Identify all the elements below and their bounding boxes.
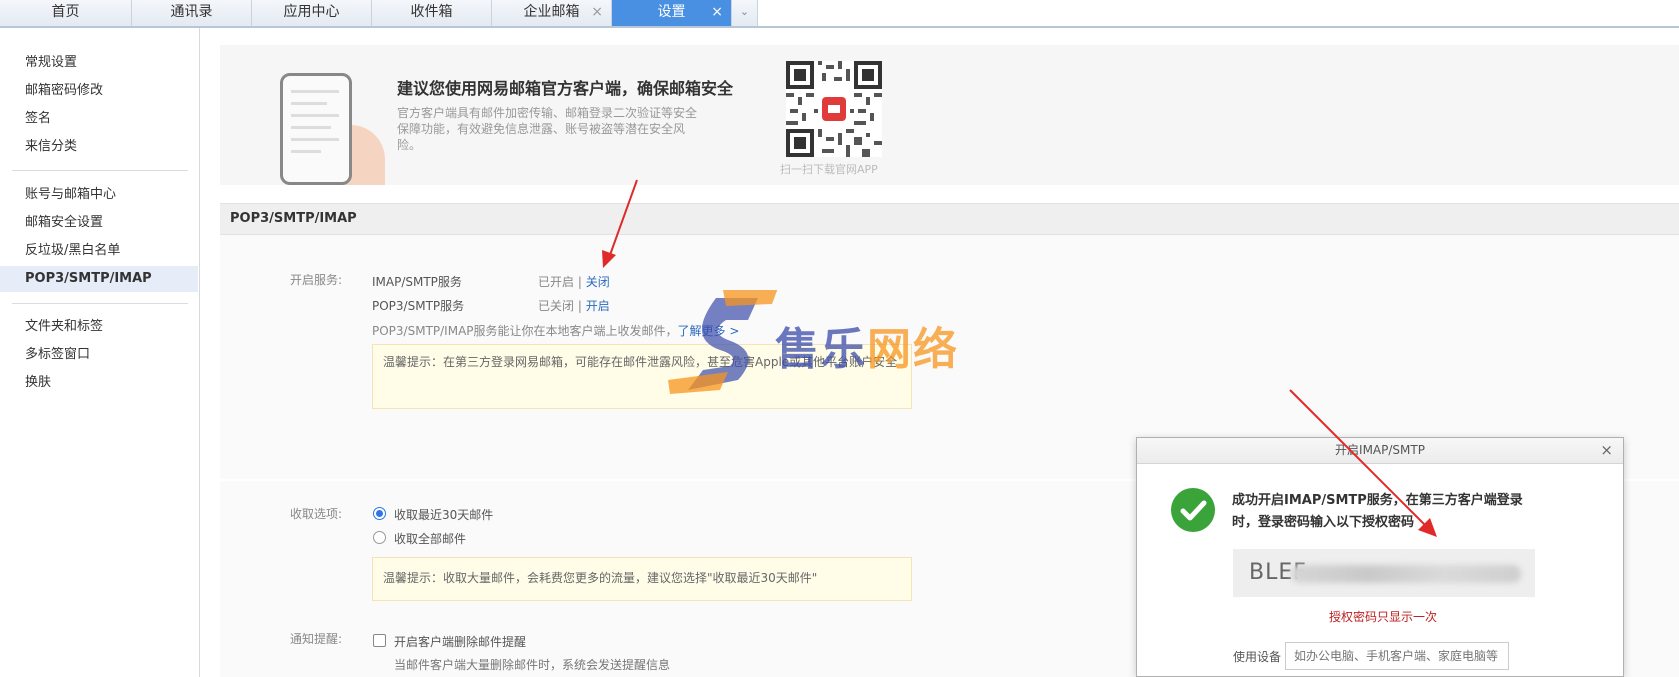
- tab-label: 企业邮箱: [523, 4, 580, 20]
- tab-enterprise-mail[interactable]: 企业邮箱 ×: [492, 0, 612, 26]
- sidebar-item-mail-sorting[interactable]: 来信分类: [0, 134, 198, 160]
- notify-description: 当邮件客户端大量删除邮件时，系统会发送提醒信息: [394, 658, 671, 672]
- service-label: 开启服务:: [290, 273, 343, 287]
- promo-title: 建议您使用网易邮箱官方客户端，确保邮箱安全: [397, 79, 734, 98]
- watermark-text-b: 网络: [867, 324, 959, 375]
- section-title: POP3/SMTP/IMAP: [220, 203, 1679, 235]
- sidebar-item-security[interactable]: 邮箱安全设置: [0, 210, 198, 236]
- sidebar-item-password[interactable]: 邮箱密码修改: [0, 78, 198, 104]
- auth-code-warning: 授权密码只显示一次: [1329, 610, 1438, 624]
- close-icon[interactable]: ×: [711, 0, 723, 24]
- separator: |: [577, 299, 582, 313]
- receive-all-label: 收取全部邮件: [394, 532, 467, 546]
- dialog-header: 开启IMAP/SMTP ×: [1137, 438, 1623, 464]
- pop3-service-status: 已关闭 | 开启: [538, 297, 610, 314]
- notify-checkbox[interactable]: [373, 634, 386, 647]
- sidebar-item-signature[interactable]: 签名: [0, 106, 198, 132]
- close-icon[interactable]: ×: [591, 0, 603, 24]
- watermark-text: 售乐网络: [775, 313, 959, 377]
- sidebar-item-pop3-smtp-imap[interactable]: POP3/SMTP/IMAP: [0, 266, 198, 292]
- auth-code-blur: [1291, 565, 1521, 583]
- tab-inbox[interactable]: 收件箱: [372, 0, 492, 26]
- device-label: 使用设备: [1233, 650, 1282, 664]
- client-promo-banner: 建议您使用网易邮箱官方客户端，确保邮箱安全 官方客户端具有邮件加密传输、邮箱登录…: [220, 45, 1679, 185]
- tab-settings[interactable]: 设置 ×: [612, 0, 732, 26]
- promo-description: 官方客户端具有邮件加密传输、邮箱登录二次验证等安全保障功能，有效避免信息泄露、账…: [397, 106, 698, 152]
- close-icon[interactable]: ×: [1600, 438, 1613, 463]
- receive-30days-radio[interactable]: [373, 507, 386, 520]
- pop3-status-text: 已关闭: [538, 299, 575, 313]
- notify-option-label: 开启客户端删除邮件提醒: [394, 635, 527, 649]
- imap-service-name: IMAP/SMTP服务: [372, 275, 462, 289]
- sidebar-item-folders-labels[interactable]: 文件夹和标签: [0, 314, 198, 340]
- qr-code-icon: [786, 61, 882, 157]
- pop3-service-name: POP3/SMTP服务: [372, 299, 465, 313]
- tab-app-center[interactable]: 应用中心: [252, 0, 372, 26]
- tab-bar: 首页 通讯录 应用中心 收件箱 企业邮箱 × 设置 × ⌄: [0, 0, 1679, 28]
- sidebar-item-account-center[interactable]: 账号与邮箱中心: [0, 182, 198, 208]
- imap-close-link[interactable]: 关闭: [586, 275, 610, 289]
- service-desc-text: POP3/SMTP/IMAP服务能让你在本地客户端上收发邮件，: [372, 324, 678, 338]
- tab-home[interactable]: 首页: [0, 0, 132, 26]
- check-circle-icon: [1171, 488, 1215, 532]
- dialog-title: 开启IMAP/SMTP: [1335, 443, 1425, 457]
- imap-smtp-dialog: 开启IMAP/SMTP × 成功开启IMAP/SMTP服务，在第三方客户端登录时…: [1136, 437, 1624, 677]
- phone-illustration: [280, 73, 352, 185]
- sidebar-divider: [12, 170, 188, 171]
- sidebar-item-antispam[interactable]: 反垃圾/黑白名单: [0, 238, 198, 264]
- receive-30days-label: 收取最近30天邮件: [394, 508, 494, 522]
- imap-status-text: 已开启: [538, 275, 575, 289]
- tab-label: 设置: [657, 4, 686, 20]
- chevron-down-icon[interactable]: ⌄: [732, 0, 758, 26]
- service-description: POP3/SMTP/IMAP服务能让你在本地客户端上收发邮件，了解更多 >: [372, 322, 739, 339]
- imap-service-status: 已开启 | 关闭: [538, 273, 610, 290]
- learn-more-link[interactable]: 了解更多 >: [678, 324, 740, 338]
- pop3-open-link[interactable]: 开启: [586, 299, 610, 313]
- receive-all-radio[interactable]: [373, 531, 386, 544]
- sidebar-item-general[interactable]: 常规设置: [0, 50, 198, 76]
- qr-caption: 扫一扫下载官网APP: [780, 163, 878, 176]
- tab-contacts[interactable]: 通讯录: [132, 0, 252, 26]
- receive-label: 收取选项:: [290, 507, 343, 521]
- sidebar-item-skin[interactable]: 换肤: [0, 370, 198, 396]
- tab-label: 应用中心: [283, 4, 340, 20]
- dialog-message: 成功开启IMAP/SMTP服务，在第三方客户端登录时，登录密码输入以下授权密码: [1232, 493, 1523, 530]
- notify-label: 通知提醒:: [290, 632, 343, 646]
- separator: |: [577, 275, 582, 289]
- tab-label: 收件箱: [410, 4, 453, 20]
- auth-code-box[interactable]: BLEF: [1233, 549, 1535, 597]
- sidebar-divider: [12, 303, 188, 304]
- tab-label: 首页: [51, 4, 80, 20]
- tab-label: 通讯录: [170, 4, 213, 20]
- settings-sidebar: 常规设置 邮箱密码修改 签名 来信分类 账号与邮箱中心 邮箱安全设置 反垃圾/黑…: [0, 28, 200, 677]
- watermark-text-a: 售乐: [775, 324, 867, 375]
- traffic-tip: 温馨提示：收取大量邮件，会耗费您更多的流量，建议您选择"收取最近30天邮件": [372, 557, 912, 601]
- device-input[interactable]: [1285, 642, 1509, 670]
- sidebar-item-multi-tab[interactable]: 多标签窗口: [0, 342, 198, 368]
